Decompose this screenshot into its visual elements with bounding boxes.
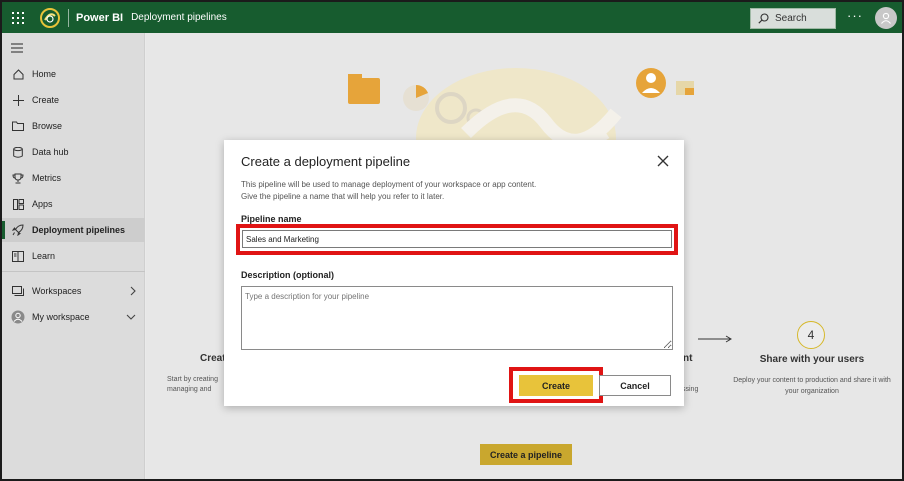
nav-label: Apps (32, 199, 53, 209)
step-4-description: Deploy your content to production and sh… (733, 377, 891, 395)
nav-label: Workspaces (32, 286, 82, 296)
nav-divider (2, 271, 145, 272)
rocket-icon (12, 224, 24, 236)
trophy-icon (12, 173, 24, 183)
power-bi-logo-icon (40, 7, 60, 28)
user-circle-icon (11, 310, 25, 324)
create-button[interactable]: Create (519, 375, 593, 396)
step-4-number: 4 (797, 321, 825, 349)
step-middle-description: ssing (682, 386, 699, 393)
arrow-right-icon (698, 335, 732, 343)
dialog-description: This pipeline will be used to manage dep… (241, 179, 661, 203)
nav-item-browse[interactable]: Browse (2, 114, 145, 138)
plus-icon (12, 94, 24, 106)
dialog-description-line: Give the pipeline a name that will help … (241, 192, 445, 201)
nav-item-my-workspace[interactable]: My workspace (2, 305, 145, 329)
account-avatar[interactable] (875, 7, 897, 29)
cancel-button[interactable]: Cancel (599, 375, 671, 396)
nav-item-create[interactable]: Create (2, 88, 145, 112)
nav-item-learn[interactable]: Learn (2, 244, 145, 268)
chevron-right-icon[interactable] (130, 286, 136, 296)
create-pipeline-button[interactable]: Create a pipeline (480, 444, 572, 465)
nav-label: Data hub (32, 147, 69, 157)
dialog-title: Create a deployment pipeline (241, 154, 411, 169)
brand-name[interactable]: Power BI (76, 12, 123, 24)
step-create-title: Creat (200, 353, 226, 364)
app-launcher-icon[interactable] (3, 2, 33, 33)
pipeline-name-label: Pipeline name (241, 214, 302, 224)
create-pipeline-dialog: Create a deployment pipeline This pipeli… (224, 140, 684, 406)
chevron-down-icon[interactable] (126, 314, 136, 320)
hamburger-menu-icon[interactable] (11, 43, 23, 53)
apps-icon (12, 198, 24, 210)
top-bar: Power BI Deployment pipelines Search ··· (2, 2, 902, 33)
nav-label: Metrics (32, 173, 61, 183)
nav-item-home[interactable]: Home (2, 62, 145, 86)
left-nav: Home Create Browse Data hub Metrics Apps… (2, 33, 145, 479)
step-4-title: Share with your users (759, 354, 865, 365)
pipeline-name-input[interactable]: Sales and Marketing (242, 230, 672, 248)
more-options-icon[interactable]: ··· (847, 8, 863, 23)
search-icon (758, 13, 769, 24)
nav-label: Learn (32, 251, 56, 261)
nav-item-workspaces[interactable]: Workspaces (2, 279, 145, 303)
nav-item-data-hub[interactable]: Data hub (2, 140, 145, 164)
search-box[interactable]: Search (750, 8, 836, 29)
nav-label: Create (32, 95, 60, 105)
database-icon (13, 146, 23, 158)
folder-icon (12, 121, 24, 131)
close-icon[interactable] (656, 154, 670, 168)
step-middle-title: nt (683, 353, 693, 364)
dialog-description-line: This pipeline will be used to manage dep… (241, 180, 537, 189)
nav-label: My workspace (32, 312, 90, 322)
description-label: Description (optional) (241, 270, 334, 280)
nav-item-metrics[interactable]: Metrics (2, 166, 145, 190)
nav-item-deployment-pipelines[interactable]: Deployment pipelines (2, 218, 145, 242)
description-textarea[interactable] (241, 286, 673, 350)
nav-item-apps[interactable]: Apps (2, 192, 145, 216)
person-icon (881, 12, 891, 24)
brand-separator (68, 8, 69, 27)
home-icon (13, 68, 23, 79)
nav-label: Browse (32, 121, 63, 131)
breadcrumb: Deployment pipelines (131, 12, 227, 23)
nav-label: Deployment pipelines (32, 225, 126, 235)
workspaces-icon (12, 285, 24, 296)
nav-label: Home (32, 69, 57, 79)
search-label: Search (775, 13, 807, 24)
book-icon (12, 250, 24, 262)
app-window: Power BI Deployment pipelines Search ···… (0, 0, 904, 481)
